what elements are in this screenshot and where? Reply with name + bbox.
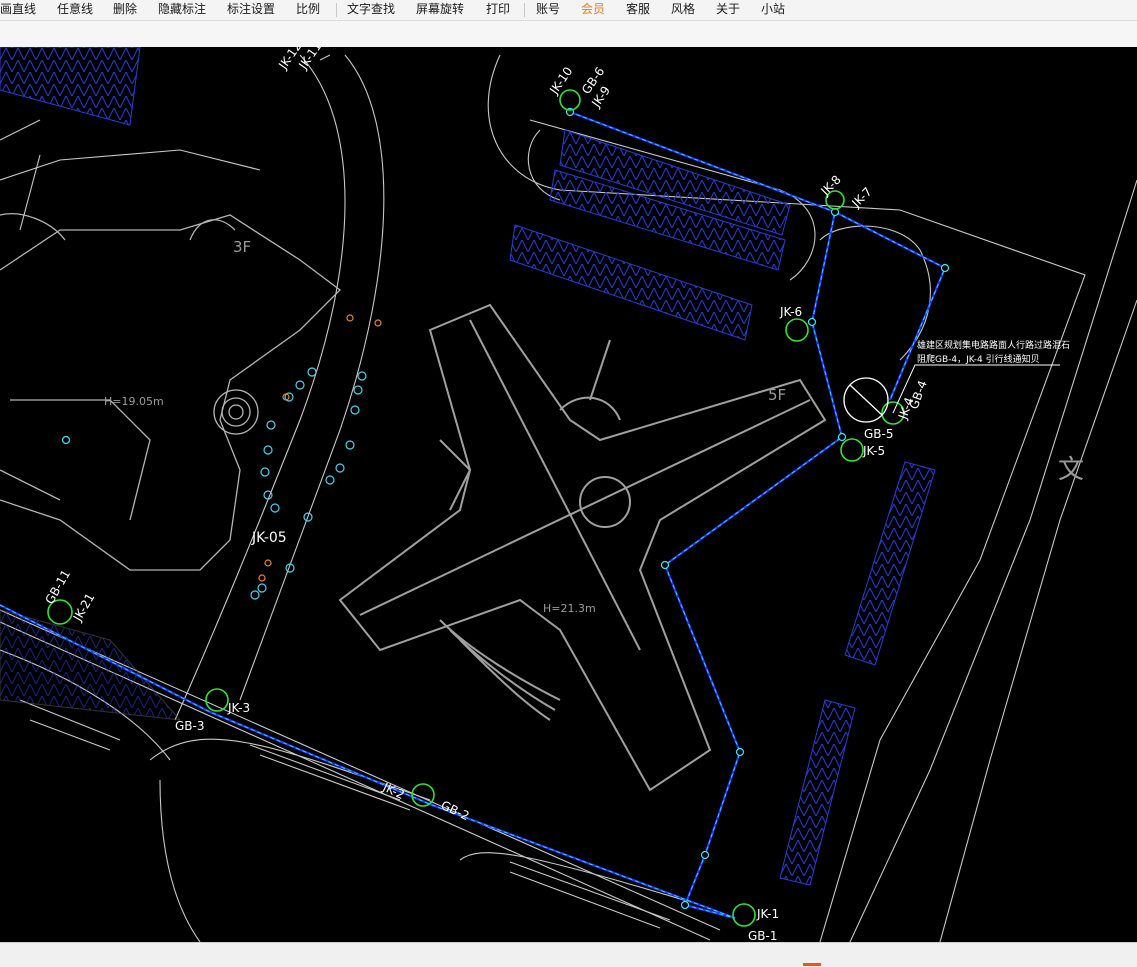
label-jk1: JK-1 (756, 907, 779, 921)
label-jk5: JK-5 (862, 444, 885, 458)
label-height-central: H=21.3m (543, 602, 596, 615)
label-floor-3f: 3F (233, 238, 251, 256)
menu-about[interactable]: 关于 (716, 0, 740, 20)
menu-account[interactable]: 账号 (536, 0, 560, 20)
menu-draw-line[interactable]: 画直线 (0, 0, 36, 20)
annotation-note-line2: 阻爬GB-4，JK-4 引行线通知贝 (917, 353, 1040, 365)
label-jk3: JK-3 (227, 701, 250, 715)
menu-rotate-screen[interactable]: 屏幕旋转 (416, 0, 464, 20)
label-jk6: JK-6 (779, 305, 802, 319)
menu-print[interactable]: 打印 (486, 0, 510, 20)
toolbar-strip (0, 21, 1137, 47)
menu-hide-annotations[interactable]: 隐藏标注 (158, 0, 206, 20)
menu-bar: 画直线 任意线 删除 隐藏标注 标注设置 比例 文字查找 屏幕旋转 打印 账号 … (0, 0, 1137, 21)
cad-viewport[interactable]: JK-12 JK-11 JK-10 GB-6 JK-9 JK-8 JK-7 JK… (0, 47, 1137, 942)
status-bar (0, 942, 1137, 967)
menu-vip[interactable]: 会员 (581, 0, 605, 20)
menu-style[interactable]: 风格 (671, 0, 695, 20)
menu-mini-site[interactable]: 小站 (761, 0, 785, 20)
label-jk05: JK-05 (251, 530, 287, 546)
annotation-note-line1: 雄建区规划集电路路面人行路过路混石 (917, 339, 1070, 351)
label-side-text: 文 (1058, 455, 1084, 485)
menu-scale[interactable]: 比例 (296, 0, 320, 20)
cad-drawing[interactable]: JK-12 JK-11 JK-10 GB-6 JK-9 JK-8 JK-7 JK… (0, 47, 1137, 942)
label-gb5: GB-5 (864, 427, 894, 441)
menu-freehand-line[interactable]: 任意线 (57, 0, 93, 20)
menu-delete[interactable]: 删除 (113, 0, 137, 20)
menu-customer-service[interactable]: 客服 (626, 0, 650, 20)
label-floor-5f: 5F (768, 386, 786, 404)
menu-text-search[interactable]: 文字查找 (347, 0, 395, 20)
menu-annotation-settings[interactable]: 标注设置 (227, 0, 275, 20)
label-gb3: GB-3 (175, 719, 205, 733)
label-gb1: GB-1 (748, 929, 778, 942)
menu-separator (524, 3, 525, 17)
label-height-left: H=19.05m (104, 395, 164, 408)
menu-separator (336, 3, 337, 17)
